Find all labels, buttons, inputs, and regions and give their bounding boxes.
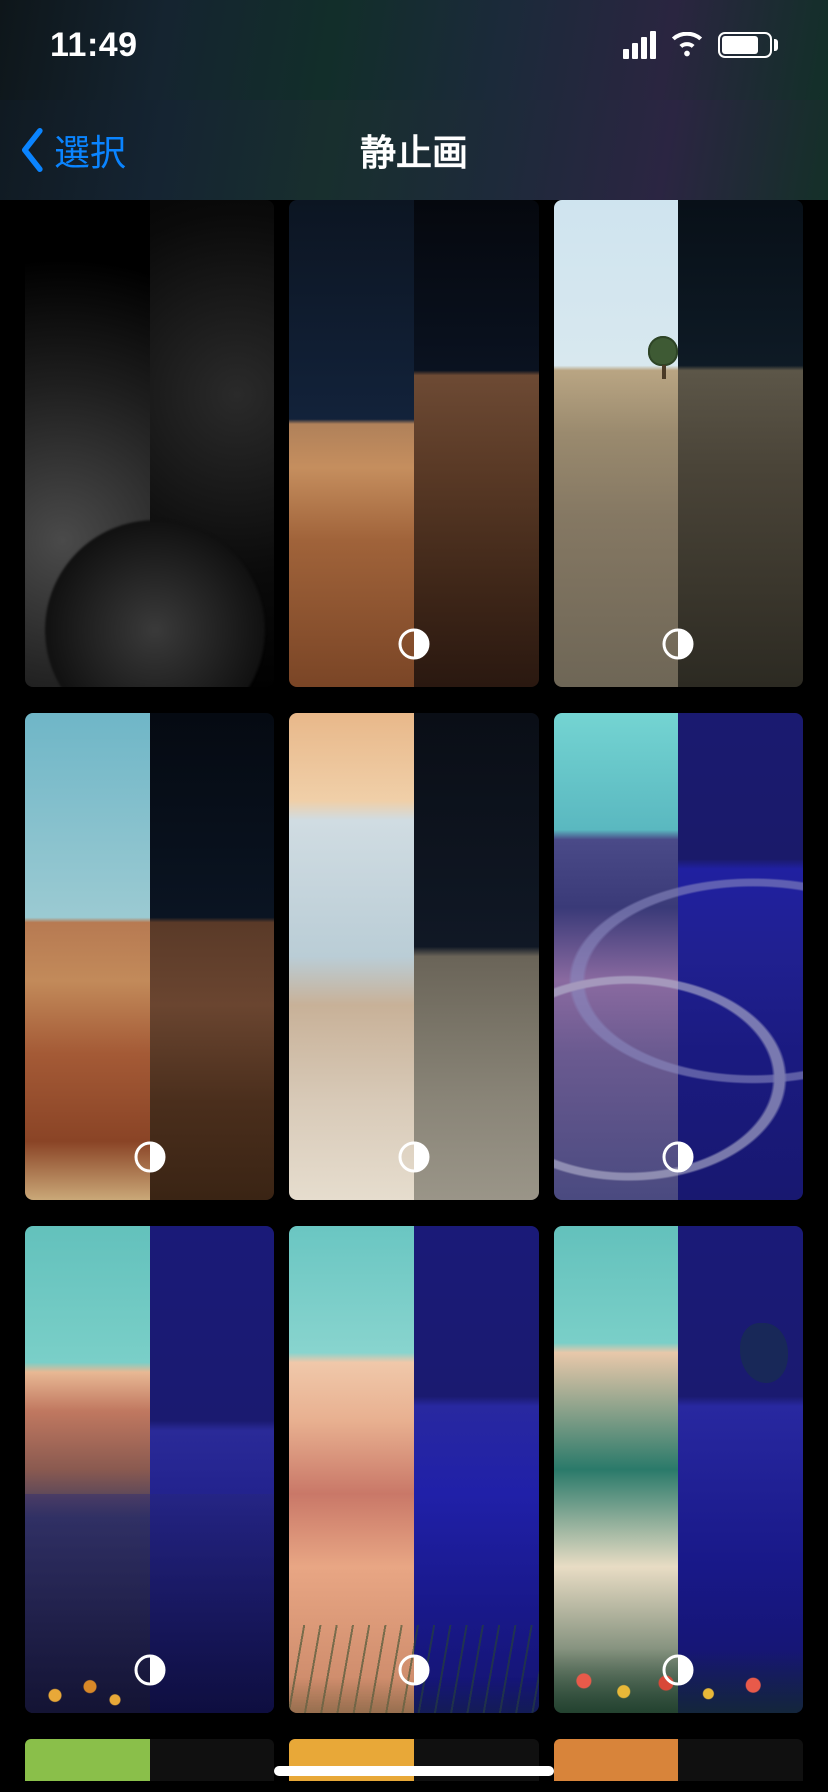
wallpaper-grid — [0, 200, 828, 1792]
dark-light-variant-icon — [397, 1653, 431, 1687]
wallpaper-tile[interactable] — [289, 1226, 538, 1713]
dark-light-variant-icon — [661, 627, 695, 661]
chevron-left-icon — [20, 128, 46, 172]
wallpaper-tile[interactable] — [554, 1226, 803, 1713]
wallpaper-tile[interactable] — [25, 1739, 274, 1781]
dark-light-variant-icon — [133, 1653, 167, 1687]
status-bar: 11:49 — [0, 0, 828, 100]
wallpaper-tile[interactable] — [289, 200, 538, 687]
wallpaper-tile[interactable] — [554, 713, 803, 1200]
status-time: 11:49 — [50, 26, 138, 65]
home-indicator[interactable] — [274, 1766, 554, 1776]
page-title: 静止画 — [360, 124, 468, 176]
battery-icon — [718, 32, 778, 58]
back-label: 選択 — [54, 124, 126, 176]
status-indicators — [623, 31, 778, 59]
wallpaper-tile[interactable] — [25, 200, 274, 687]
wallpaper-tile[interactable] — [289, 713, 538, 1200]
wallpaper-tile[interactable] — [554, 200, 803, 687]
dark-light-variant-icon — [133, 1140, 167, 1174]
wallpaper-tile[interactable] — [554, 1739, 803, 1781]
dark-light-variant-icon — [661, 1653, 695, 1687]
dark-light-variant-icon — [133, 627, 167, 661]
back-button[interactable]: 選択 — [20, 100, 126, 200]
dark-light-variant-icon — [397, 1140, 431, 1174]
wallpaper-tile[interactable] — [25, 1226, 274, 1713]
dark-light-variant-icon — [661, 1140, 695, 1174]
wifi-icon — [670, 32, 704, 58]
dark-light-variant-icon — [397, 627, 431, 661]
navigation-bar: 選択 静止画 — [0, 100, 828, 200]
cellular-signal-icon — [623, 31, 656, 59]
wallpaper-tile[interactable] — [25, 713, 274, 1200]
